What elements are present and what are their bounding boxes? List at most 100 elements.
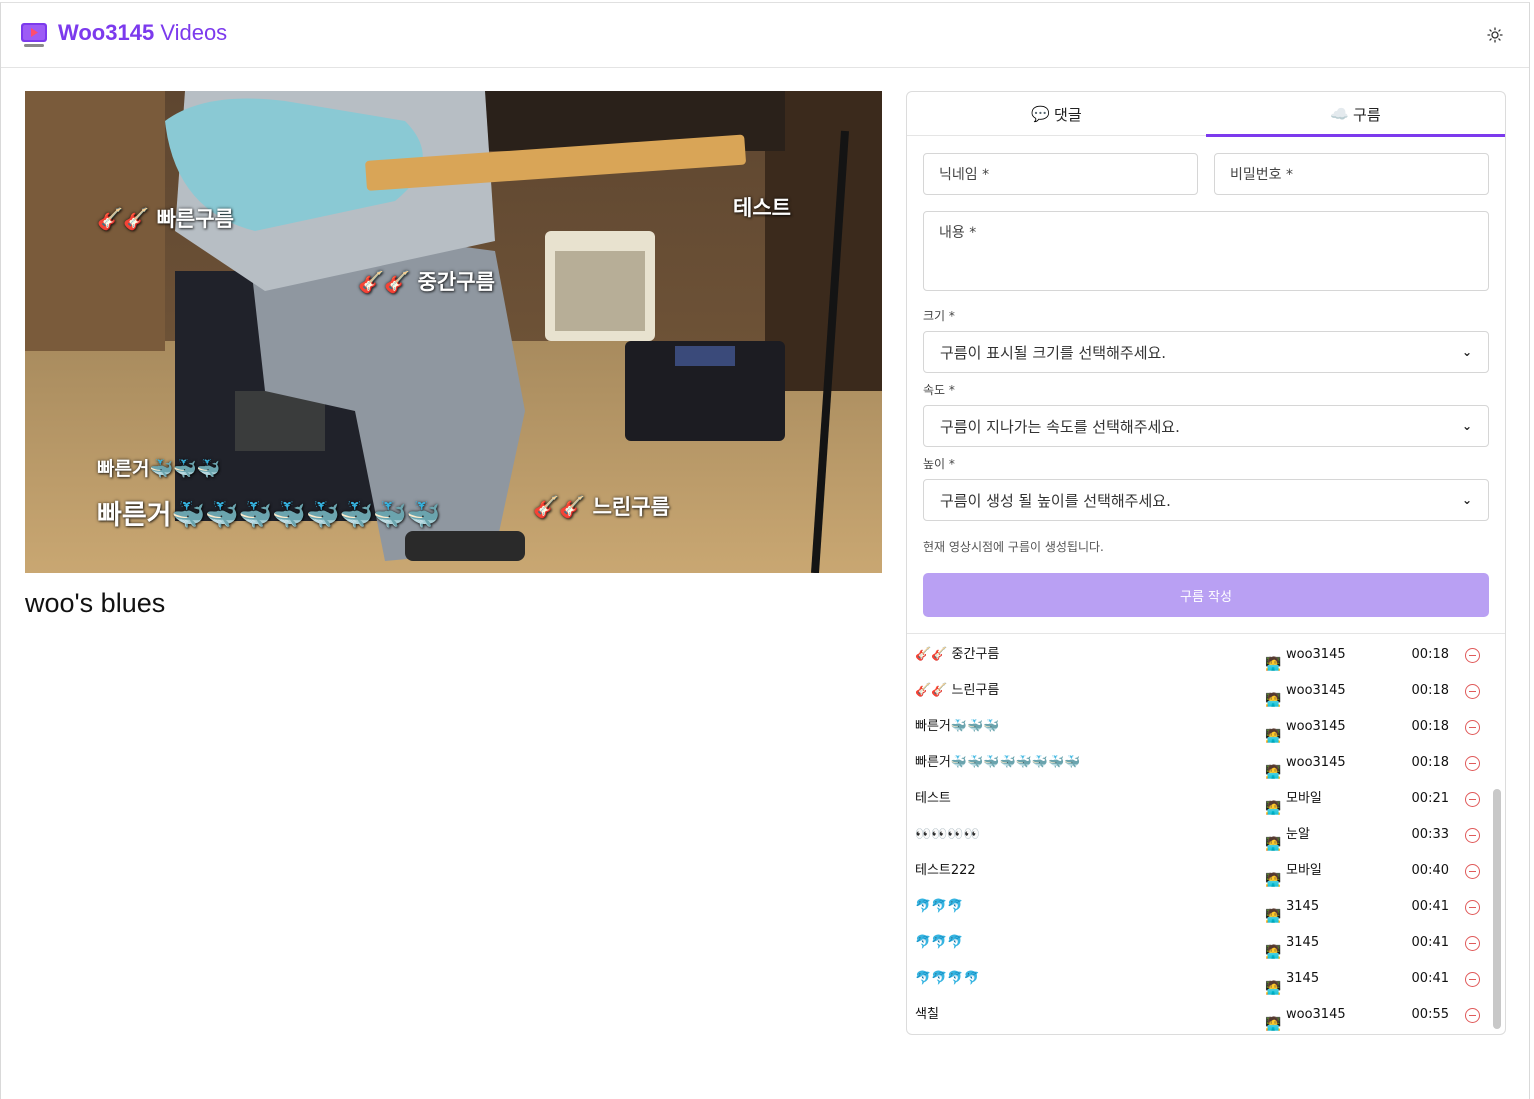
cloud-author: 🧑‍💻 3145 <box>1265 925 1319 961</box>
user-avatar-icon: 🧑‍💻 <box>1265 909 1282 924</box>
cloud-author: 🧑‍💻 3145 <box>1265 889 1319 925</box>
author-name: woo3145 <box>1286 719 1346 734</box>
panel-tabs: 💬 댓글 ☁️ 구름 <box>907 92 1505 137</box>
cloud-author: 🧑‍💻 woo3145 <box>1265 637 1346 673</box>
cloud-text: 빠른거🐳🐳🐳🐳🐳🐳🐳🐳 <box>915 755 1081 770</box>
submit-cloud-button[interactable]: 구름 작성 <box>923 573 1489 617</box>
list-item: 🐬🐬🐬 🧑‍💻 3145 00:41 <box>907 925 1491 961</box>
author-name: 눈알 <box>1286 827 1310 842</box>
delete-icon[interactable] <box>1465 1008 1480 1023</box>
cloud-time[interactable]: 00:41 <box>1397 925 1449 961</box>
cloud-author: 🧑‍💻 모바일 <box>1265 853 1322 889</box>
video-cloud: 빠른거🐳🐳🐳 <box>97 458 221 480</box>
cloud-text: 빠른거🐳🐳🐳 <box>915 719 1000 734</box>
sun-icon <box>1487 27 1503 43</box>
list-item: 빠른거🐳🐳🐳 🧑‍💻 woo3145 00:18 <box>907 709 1491 745</box>
delete-icon[interactable] <box>1465 792 1480 807</box>
app-header: Woo3145 Videos <box>1 3 1529 68</box>
list-scrollbar[interactable] <box>1493 789 1501 1029</box>
size-label: 크기 * <box>923 309 955 323</box>
cloud-list: 🎸🎸 중간구름 🧑‍💻 woo3145 00:18 🎸🎸 느린구름 🧑‍💻 woo3… <box>907 633 1505 1034</box>
cloud-author: 🧑‍💻 눈알 <box>1265 817 1310 853</box>
delete-icon[interactable] <box>1465 900 1480 915</box>
chevron-down-icon: ⌄ <box>1461 493 1472 507</box>
password-input[interactable]: 비밀번호 * <box>1214 153 1489 195</box>
cloud-time[interactable]: 00:41 <box>1397 961 1449 997</box>
height-label: 높이 * <box>923 457 955 471</box>
delete-icon[interactable] <box>1465 828 1480 843</box>
tab-clouds[interactable]: ☁️ 구름 <box>1206 92 1505 137</box>
form-hint: 현재 영상시점에 구름이 생성됩니다. <box>923 540 1104 554</box>
cloud-time[interactable]: 00:18 <box>1397 709 1449 745</box>
nickname-input[interactable]: 닉네임 * <box>923 153 1198 195</box>
user-avatar-icon: 🧑‍💻 <box>1265 837 1282 852</box>
speech-bubble-icon: 💬 <box>1031 105 1051 123</box>
author-name: 모바일 <box>1286 791 1322 806</box>
author-name: woo3145 <box>1286 755 1346 770</box>
delete-icon[interactable] <box>1465 648 1480 663</box>
cloud-text: 테스트 <box>915 791 951 806</box>
tab-label: 댓글 <box>1054 105 1082 124</box>
author-name: woo3145 <box>1286 683 1346 698</box>
delete-icon[interactable] <box>1465 936 1480 951</box>
content-textarea[interactable]: 내용 * <box>923 211 1489 291</box>
delete-icon[interactable] <box>1465 972 1480 987</box>
cloud-author: 🧑‍💻 woo3145 <box>1265 709 1346 745</box>
video-cloud: 🎸🎸 빠른구름 <box>97 207 234 231</box>
author-name: woo3145 <box>1286 647 1346 662</box>
user-avatar-icon: 🧑‍💻 <box>1265 765 1282 780</box>
cloud-text: 🐬🐬🐬 <box>915 899 964 914</box>
speed-label: 속도 * <box>923 383 955 397</box>
video-cloud: 테스트 <box>733 196 791 220</box>
author-name: 3145 <box>1286 935 1320 950</box>
size-select[interactable]: 구름이 표시될 크기를 선택해주세요. ⌄ <box>923 331 1489 373</box>
cloud-author: 🧑‍💻 모바일 <box>1265 781 1322 817</box>
delete-icon[interactable] <box>1465 864 1480 879</box>
list-item: 🎸🎸 느린구름 🧑‍💻 woo3145 00:18 <box>907 673 1491 709</box>
delete-icon[interactable] <box>1465 756 1480 771</box>
brand-suffix: Videos <box>160 20 228 45</box>
user-avatar-icon: 🧑‍💻 <box>1265 1017 1282 1032</box>
list-item: 테스트 🧑‍💻 모바일 00:21 <box>907 781 1491 817</box>
delete-icon[interactable] <box>1465 720 1480 735</box>
video-logo-icon <box>21 23 47 47</box>
height-select[interactable]: 구름이 생성 될 높이를 선택해주세요. ⌄ <box>923 479 1489 521</box>
speed-select-value: 구름이 지나가는 속도를 선택해주세요. <box>940 417 1180 436</box>
cloud-author: 🧑‍💻 3145 <box>1265 961 1319 997</box>
user-avatar-icon: 🧑‍💻 <box>1265 657 1282 672</box>
user-avatar-icon: 🧑‍💻 <box>1265 693 1282 708</box>
tab-comments[interactable]: 💬 댓글 <box>907 92 1206 136</box>
cloud-time[interactable]: 00:55 <box>1397 997 1449 1033</box>
cloud-text: 색칠 <box>915 1007 939 1022</box>
video-player[interactable]: 🎸🎸 빠른구름 테스트 🎸🎸 중간구름 빠른거🐳🐳🐳 빠른거🐳🐳🐳🐳🐳🐳🐳🐳 🎸… <box>25 91 882 573</box>
cloud-time[interactable]: 00:18 <box>1397 745 1449 781</box>
cloud-text: 🐬🐬🐬🐬 <box>915 971 980 986</box>
list-item: 🎸🎸 중간구름 🧑‍💻 woo3145 00:18 <box>907 637 1491 673</box>
chevron-down-icon: ⌄ <box>1461 345 1472 359</box>
size-select-value: 구름이 표시될 크기를 선택해주세요. <box>940 343 1167 362</box>
cloud-icon: ☁️ <box>1330 105 1350 123</box>
cloud-author: 🧑‍💻 woo3145 <box>1265 673 1346 709</box>
cloud-time[interactable]: 00:18 <box>1397 673 1449 709</box>
tab-label: 구름 <box>1353 105 1381 124</box>
delete-icon[interactable] <box>1465 684 1480 699</box>
list-item: 🐬🐬🐬🐬 🧑‍💻 3145 00:41 <box>907 961 1491 997</box>
cloud-time[interactable]: 00:40 <box>1397 853 1449 889</box>
cloud-text: 👀👀👀👀 <box>915 827 980 842</box>
list-item: 테스트222 🧑‍💻 모바일 00:40 <box>907 853 1491 889</box>
user-avatar-icon: 🧑‍💻 <box>1265 729 1282 744</box>
chevron-down-icon: ⌄ <box>1461 419 1472 433</box>
cloud-time[interactable]: 00:18 <box>1397 637 1449 673</box>
cloud-text: 🎸🎸 중간구름 <box>915 647 1000 662</box>
user-avatar-icon: 🧑‍💻 <box>1265 801 1282 816</box>
cloud-time[interactable]: 00:21 <box>1397 781 1449 817</box>
side-panel: 💬 댓글 ☁️ 구름 닉네임 * 비밀번호 * 내용 * 크기 * 구름이 표시… <box>906 91 1506 1035</box>
user-avatar-icon: 🧑‍💻 <box>1265 873 1282 888</box>
speed-select[interactable]: 구름이 지나가는 속도를 선택해주세요. ⌄ <box>923 405 1489 447</box>
cloud-text: 테스트222 <box>915 863 976 878</box>
cloud-time[interactable]: 00:33 <box>1397 817 1449 853</box>
brand-name: Woo3145 <box>58 20 155 45</box>
theme-toggle-button[interactable] <box>1485 25 1505 45</box>
brand-title[interactable]: Woo3145 Videos <box>58 20 227 46</box>
cloud-time[interactable]: 00:41 <box>1397 889 1449 925</box>
